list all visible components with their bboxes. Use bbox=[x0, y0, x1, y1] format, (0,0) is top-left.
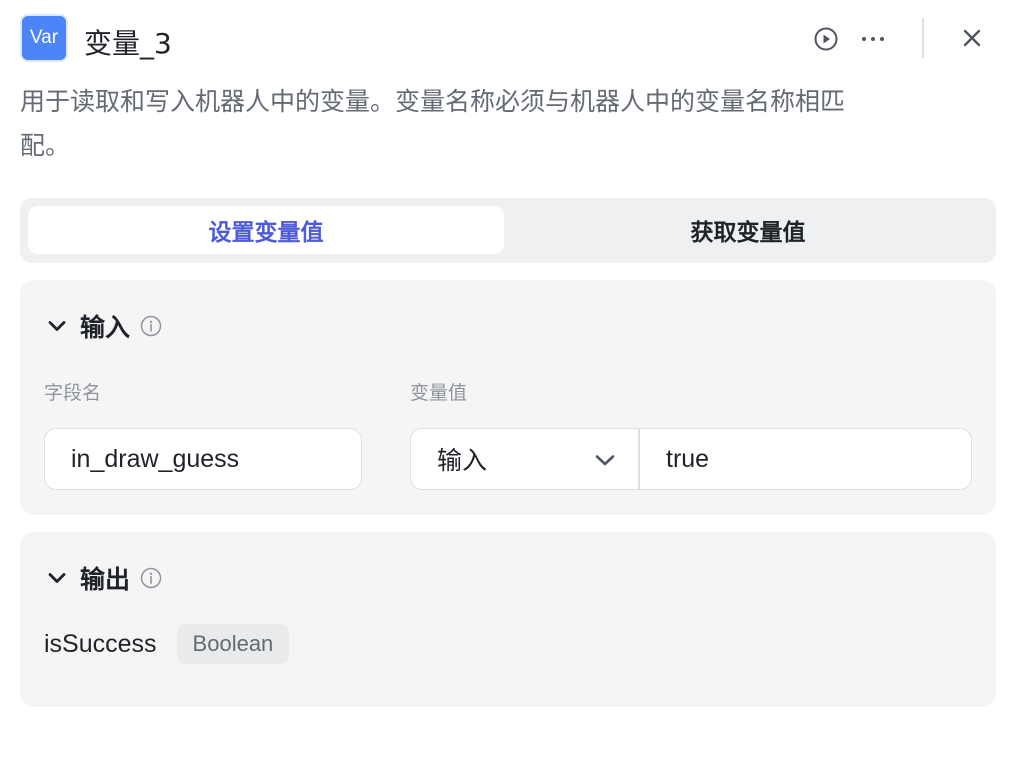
output-section: 输出 isSuccess Boolean bbox=[20, 532, 996, 707]
more-icon[interactable] bbox=[858, 26, 888, 52]
input-section-title: 输入 bbox=[80, 313, 131, 342]
chevron-down-icon[interactable] bbox=[44, 565, 70, 591]
value-type-select[interactable]: 输入 bbox=[411, 429, 640, 489]
output-name: isSuccess bbox=[44, 629, 157, 658]
field-name-input[interactable]: in_draw_guess bbox=[44, 428, 362, 490]
variable-value-group: 输入 true bbox=[410, 428, 972, 490]
variable-node-panel: Var 变量_3 用于读取和写入机器人中的变量。变量名称必须与机器人中的变量名称… bbox=[0, 0, 1012, 764]
description-line: 用于读取和写入机器人中的变量。变量名称必须与机器人中的变量名称相匹 bbox=[20, 87, 846, 116]
info-icon[interactable] bbox=[140, 315, 162, 337]
tab-get-variable[interactable]: 获取变量值 bbox=[510, 206, 986, 254]
output-row: isSuccess Boolean bbox=[44, 624, 290, 664]
variable-value-input[interactable]: true bbox=[640, 429, 971, 489]
node-title[interactable]: 变量_3 bbox=[84, 22, 172, 62]
input-section: 输入 字段名 变量值 in_draw_guess 输入 true bbox=[20, 280, 996, 515]
variable-value-label: 变量值 bbox=[410, 382, 468, 404]
output-section-header[interactable]: 输出 bbox=[44, 558, 162, 598]
value-type-label: 输入 bbox=[437, 447, 488, 475]
info-icon[interactable] bbox=[140, 567, 162, 589]
close-icon[interactable] bbox=[960, 26, 984, 50]
input-section-header[interactable]: 输入 bbox=[44, 306, 162, 346]
field-name-label: 字段名 bbox=[44, 382, 102, 404]
play-circle-icon[interactable] bbox=[813, 26, 839, 52]
output-type-badge: Boolean bbox=[176, 624, 290, 664]
var-badge: Var bbox=[20, 14, 68, 62]
tab-set-variable[interactable]: 设置变量值 bbox=[28, 206, 504, 254]
chevron-down-icon[interactable] bbox=[44, 313, 70, 339]
chevron-down-icon bbox=[595, 455, 615, 466]
output-section-title: 输出 bbox=[80, 565, 131, 594]
panel-header: Var 变量_3 bbox=[20, 14, 992, 64]
description-line: 配。 bbox=[20, 131, 71, 160]
header-divider bbox=[922, 18, 924, 58]
mode-tabs: 设置变量值 获取变量值 bbox=[20, 198, 996, 263]
node-description: 用于读取和写入机器人中的变量。变量名称必须与机器人中的变量名称相匹 配。 bbox=[20, 80, 980, 168]
